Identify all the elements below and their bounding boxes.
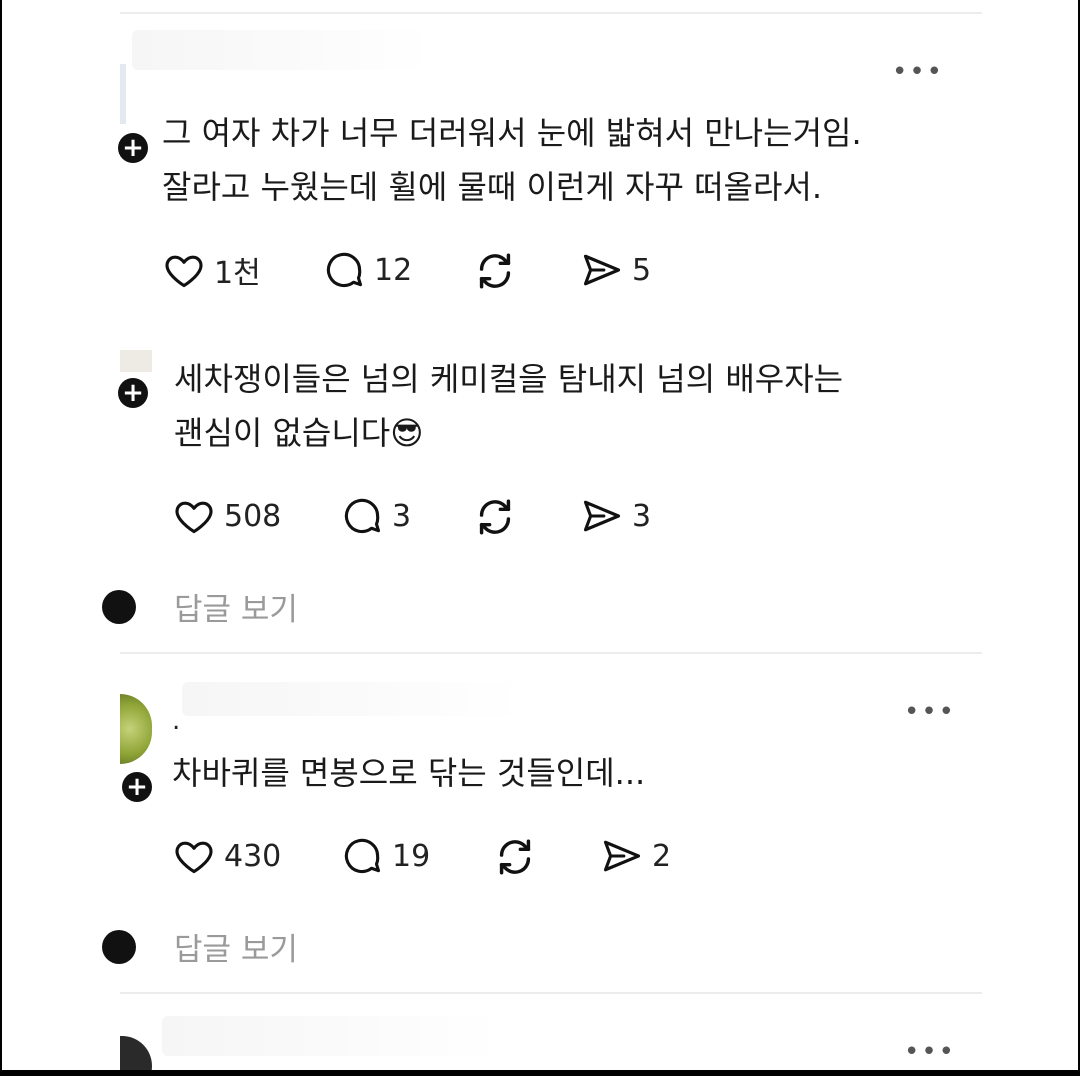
repost-button[interactable]: [492, 834, 538, 880]
reply-count: 19: [392, 838, 431, 874]
username[interactable]: .: [172, 706, 180, 736]
action-bar: 508 3 3: [172, 494, 772, 544]
follow-plus-icon[interactable]: +: [118, 133, 148, 163]
comment-line: 세차쟁이들은 넘의 케미컬을 탐내지 넘의 배우자는: [174, 360, 844, 398]
divider: [120, 992, 982, 994]
view-replies-link[interactable]: 답글 보기: [174, 924, 298, 969]
heart-icon: [175, 501, 213, 534]
like-button[interactable]: 430: [172, 834, 281, 878]
username-blurred[interactable]: [132, 30, 432, 70]
like-button[interactable]: 1천: [162, 248, 261, 292]
comment-line: 잘라고 누웠는데 휠에 물때 이런게 자꾸 떠올라서.: [162, 168, 823, 206]
share-button[interactable]: 5: [580, 248, 651, 292]
avatar[interactable]: [120, 694, 152, 764]
paper-plane-icon: [603, 840, 641, 872]
view-replies-link[interactable]: 답글 보기: [174, 584, 298, 629]
heart-icon: [165, 255, 203, 288]
avatar[interactable]: [120, 64, 126, 124]
repost-icon: [499, 839, 531, 875]
username-blurred[interactable]: [182, 682, 522, 716]
repost-icon: [479, 253, 511, 289]
avatar[interactable]: [120, 1036, 152, 1070]
like-count: 508: [224, 498, 282, 534]
reply-button[interactable]: 19: [340, 834, 430, 878]
divider: [120, 12, 982, 14]
share-count: 3: [632, 498, 652, 534]
view-replies-icon[interactable]: [102, 590, 136, 624]
share-count: 2: [652, 838, 672, 874]
more-options-icon[interactable]: •••: [904, 699, 956, 725]
username-blurred[interactable]: [162, 1016, 502, 1056]
comment-line: 그 여자 차가 너무 더러워서 눈에 밟혀서 만나는거임.: [162, 114, 862, 152]
like-count: 1천: [214, 256, 261, 291]
share-button[interactable]: 3: [580, 494, 651, 538]
repost-icon: [479, 499, 511, 535]
share-button[interactable]: 2: [600, 834, 671, 878]
speech-bubble-icon: [344, 498, 381, 534]
repost-button[interactable]: [472, 494, 518, 540]
share-count: 5: [632, 252, 652, 288]
paper-plane-icon: [583, 254, 621, 286]
action-bar: 1천 12 5: [162, 248, 762, 298]
like-button[interactable]: 508: [172, 494, 281, 538]
comment-line: 괜심이 없습니다😎: [174, 406, 843, 460]
repost-button[interactable]: [472, 248, 518, 294]
follow-plus-icon[interactable]: +: [118, 378, 148, 408]
more-options-icon[interactable]: •••: [892, 59, 944, 85]
speech-bubble-icon: [326, 252, 363, 288]
more-options-icon[interactable]: •••: [904, 1039, 956, 1065]
divider: [120, 652, 982, 654]
view-replies-icon[interactable]: [102, 930, 136, 964]
action-bar: 430 19 2: [172, 834, 772, 884]
comment-text: 세차쟁이들은 넘의 케미컬을 탐내지 넘의 배우자는 괜심이 없습니다😎: [174, 352, 843, 460]
comment-text: 그 여자 차가 너무 더러워서 눈에 밟혀서 만나는거임. 잘라고 누웠는데 휠…: [162, 106, 862, 214]
follow-plus-icon[interactable]: +: [122, 772, 152, 802]
like-count: 430: [224, 838, 282, 874]
comment-line-text: 괜심이 없습니다: [174, 414, 391, 452]
comment-text: 차바퀴를 면봉으로 닦는 것들인데...: [172, 746, 645, 800]
reply-button[interactable]: 12: [322, 248, 412, 292]
avatar[interactable]: [120, 350, 152, 372]
reply-count: 12: [374, 252, 413, 288]
sunglasses-emoji: 😎: [390, 414, 424, 452]
comment-line: 차바퀴를 면봉으로 닦는 것들인데...: [172, 754, 646, 792]
comments-screen: ••• + 그 여자 차가 너무 더러워서 눈에 밟혀서 만나는거임. 잘라고 …: [2, 0, 1078, 1070]
heart-icon: [175, 841, 213, 874]
reply-button[interactable]: 3: [340, 494, 411, 538]
reply-count: 3: [392, 498, 412, 534]
speech-bubble-icon: [344, 838, 381, 874]
paper-plane-icon: [583, 500, 621, 532]
